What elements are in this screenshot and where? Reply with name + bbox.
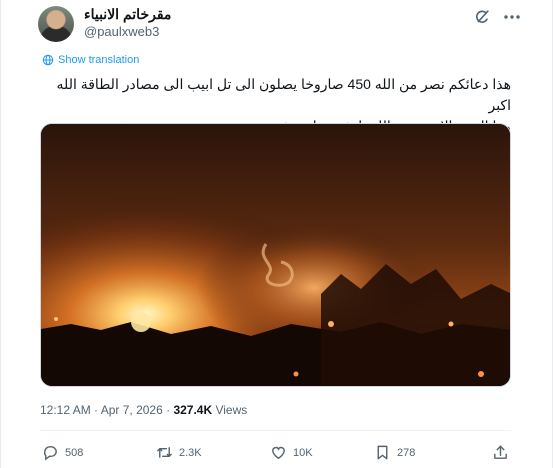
author-name[interactable]: مقرخاتم الانبياء (84, 6, 171, 23)
tweet-text-line-1: هذا دعائكم نصر من الله 450 صاروخا يصلون … (56, 76, 511, 113)
views-count: 327.4K (173, 403, 213, 417)
avatar[interactable] (38, 6, 74, 42)
divider (40, 430, 511, 431)
repost-button[interactable]: 2.3K (156, 444, 202, 461)
bookmark-count: 278 (397, 446, 416, 459)
author-handle[interactable]: @paulxweb3 (84, 24, 159, 39)
action-bar: 508 2.3K 10K 278 (40, 444, 511, 464)
meta-separator: · (90, 403, 101, 417)
tweet-time[interactable]: 12:12 AM (40, 403, 91, 417)
show-translation-label: Show translation (58, 54, 140, 66)
repost-icon (157, 447, 172, 458)
heart-icon (272, 446, 285, 459)
repost-count: 2.3K (179, 446, 202, 459)
tweet-date[interactable]: Apr 7, 2026 (101, 403, 163, 417)
bookmark-button[interactable]: 278 (374, 444, 415, 461)
like-count: 10K (293, 446, 313, 459)
reply-button[interactable]: 508 (42, 444, 83, 461)
bookmark-icon (377, 445, 388, 460)
globe-icon (42, 54, 54, 66)
frame-border-left (0, 0, 1, 468)
show-translation-link[interactable]: Show translation (42, 54, 139, 66)
share-button[interactable] (492, 444, 509, 461)
reply-icon (43, 446, 57, 461)
share-icon (494, 445, 507, 459)
meta-separator: · (162, 403, 174, 417)
grok-icon[interactable] (473, 8, 491, 26)
views-label: Views (212, 403, 248, 417)
reply-count: 508 (65, 446, 84, 459)
like-button[interactable]: 10K (270, 444, 313, 461)
media-image[interactable] (40, 123, 511, 387)
tweet-meta: 12:12 AM · Apr 7, 2026 · 327.4K Views (40, 403, 247, 417)
more-icon[interactable] (502, 8, 522, 26)
